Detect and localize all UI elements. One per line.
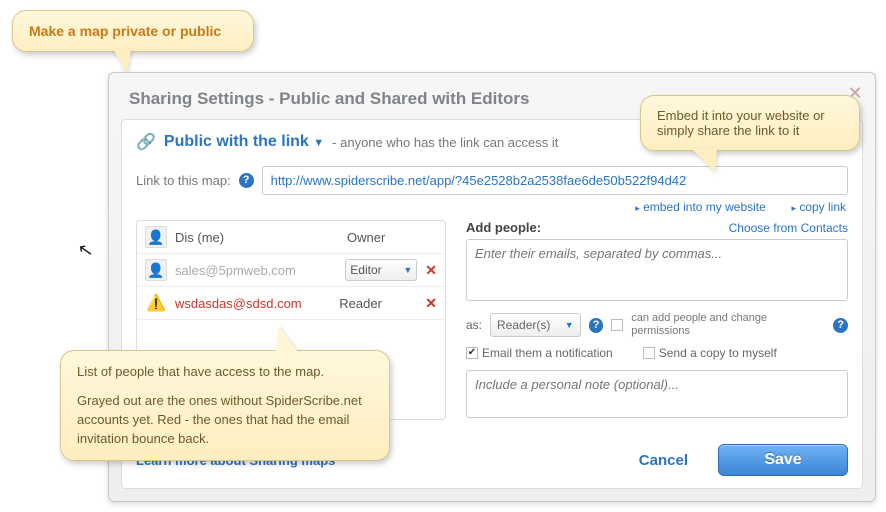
avatar-icon: 👤	[145, 226, 167, 248]
person-name: Dis (me)	[175, 230, 347, 245]
avatar-icon: 👤	[145, 259, 167, 281]
embed-label: embed into my website	[643, 200, 766, 214]
link-label: Link to this map:	[136, 173, 231, 188]
embed-link[interactable]: ▸ embed into my website	[635, 200, 766, 214]
callout-text: Make a map private or public	[29, 23, 221, 39]
chevron-down-icon: ▼	[313, 137, 324, 149]
person-role: Owner	[347, 230, 417, 245]
remove-person-button[interactable]: ✕	[425, 262, 437, 279]
callout-text: Embed it into your website or simply sha…	[657, 108, 825, 138]
link-icon: 🔗	[136, 132, 156, 152]
map-link-input[interactable]	[262, 166, 848, 195]
email-notif-label: Email them a notification	[482, 346, 613, 360]
as-role-value: Reader(s)	[497, 318, 550, 332]
callout-text: List of people that have access to the m…	[77, 363, 373, 382]
visibility-dropdown[interactable]: Public with the link ▼	[164, 133, 324, 151]
email-notif-checkbox[interactable]: ✔	[466, 347, 478, 359]
personal-note-input[interactable]	[466, 370, 848, 418]
send-copy-label: Send a copy to myself	[659, 346, 777, 360]
choose-contacts-link[interactable]: Choose from Contacts	[729, 221, 848, 235]
save-button[interactable]: Save	[718, 444, 848, 476]
warning-icon: ⚠️	[145, 292, 167, 314]
chevron-down-icon: ▼	[565, 320, 574, 330]
people-row: 👤 Dis (me) Owner	[137, 221, 445, 254]
help-icon[interactable]: ?	[239, 173, 254, 188]
callout-privacy: Make a map private or public	[12, 10, 254, 52]
can-add-label: can add people and change permissions	[631, 312, 825, 338]
add-people-panel: Add people: Choose from Contacts as: Rea…	[466, 220, 848, 421]
as-label: as:	[466, 318, 482, 332]
people-row: 👤 sales@5pmweb.com Editor ▼ ✕	[137, 254, 445, 287]
cancel-button[interactable]: Cancel	[639, 452, 688, 469]
copy-label: copy link	[799, 200, 846, 214]
can-add-checkbox[interactable]	[611, 319, 623, 331]
callout-people-list: List of people that have access to the m…	[60, 350, 390, 461]
people-row: ⚠️ wsdasdas@sdsd.com Reader ✕	[137, 287, 445, 320]
person-role: Reader	[339, 296, 417, 311]
mouse-cursor: ↖	[76, 239, 95, 262]
person-name: wsdasdas@sdsd.com	[175, 296, 339, 311]
visibility-description: - anyone who has the link can access it	[332, 135, 558, 150]
chevron-down-icon: ▼	[403, 265, 412, 275]
role-select[interactable]: Editor ▼	[345, 259, 417, 281]
as-role-select[interactable]: Reader(s) ▼	[490, 313, 581, 337]
send-copy-checkbox[interactable]	[643, 347, 655, 359]
role-value: Editor	[350, 263, 381, 277]
help-icon[interactable]: ?	[589, 318, 604, 333]
triangle-icon: ▸	[791, 203, 796, 213]
remove-person-button[interactable]: ✕	[425, 295, 437, 312]
callout-embed: Embed it into your website or simply sha…	[640, 95, 860, 151]
add-people-title: Add people:	[466, 220, 541, 235]
callout-text: Grayed out are the ones without SpiderSc…	[77, 392, 373, 449]
link-actions: ▸ embed into my website ▸ copy link	[136, 199, 848, 214]
person-name: sales@5pmweb.com	[175, 263, 345, 278]
help-icon[interactable]: ?	[833, 318, 848, 333]
map-link-row: Link to this map: ?	[136, 166, 848, 195]
visibility-label: Public with the link	[164, 133, 309, 150]
copy-link[interactable]: ▸ copy link	[791, 200, 846, 214]
emails-input[interactable]	[466, 239, 848, 301]
triangle-icon: ▸	[635, 203, 640, 213]
